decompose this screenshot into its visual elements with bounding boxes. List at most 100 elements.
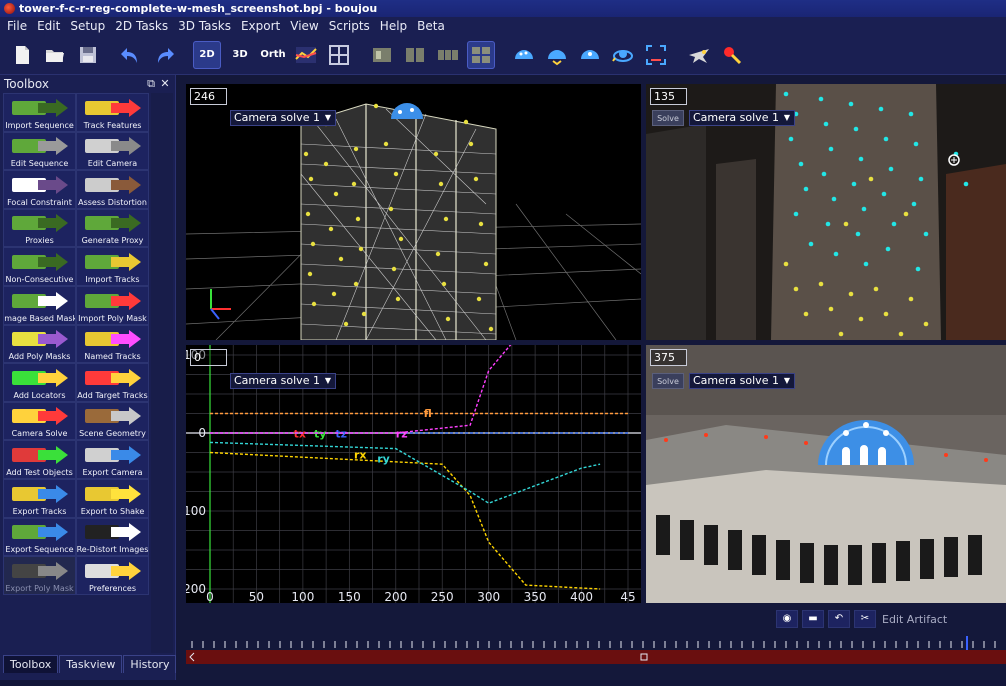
frame-number[interactable]: 375 <box>650 349 687 366</box>
tool-import-sequence[interactable]: Import Sequence <box>3 93 76 132</box>
tool-image-based-mask[interactable]: Image Based Mask <box>3 285 76 325</box>
tool-export-camera[interactable]: Export Camera <box>76 440 149 479</box>
tool-track-features[interactable]: Track Features <box>76 93 149 132</box>
y-tick-label: 0 <box>198 426 206 440</box>
triple-view-button[interactable] <box>434 41 462 69</box>
solve-button[interactable]: Solve <box>652 110 684 126</box>
tool-proxies[interactable]: Proxies <box>3 208 76 248</box>
dock-icon[interactable]: ⧉ <box>145 77 157 91</box>
tool-label: Export to Shake <box>80 506 145 516</box>
menu-scripts[interactable]: Scripts <box>324 19 375 33</box>
timeline[interactable] <box>186 636 1006 666</box>
view-2d-button[interactable]: 2D <box>193 40 221 69</box>
viewport-camera-bottom[interactable]: 375 Solve Camera solve 1 ▼ <box>646 345 1006 603</box>
camera-solve-select[interactable]: Camera solve 1 ▼ <box>230 110 336 126</box>
view-orth-label: Orth <box>260 49 286 60</box>
flight-button[interactable] <box>685 41 713 69</box>
tool-add-locators[interactable]: Add Locators <box>3 363 76 402</box>
tool-add-poly-masks[interactable]: Add Poly Masks <box>3 324 76 364</box>
x-tick-label: 400 <box>570 590 593 603</box>
tool-preferences[interactable]: Preferences <box>76 556 149 595</box>
menu-export[interactable]: Export <box>236 19 285 33</box>
solve-button[interactable]: Solve <box>652 373 684 389</box>
frame-number[interactable]: 135 <box>650 88 687 105</box>
chevron-down-icon: ▼ <box>324 113 331 122</box>
dome-tool-button[interactable] <box>510 41 538 69</box>
camera-solve-select[interactable]: Camera solve 1 ▼ <box>689 110 795 126</box>
toolbox-scrollbar[interactable] <box>151 93 173 653</box>
tool-edit-sequence[interactable]: Edit Sequence <box>3 131 76 171</box>
tool-named-tracks[interactable]: Named Tracks <box>76 324 149 364</box>
frame-number[interactable]: 246 <box>190 88 227 105</box>
tab-history[interactable]: History <box>123 655 177 673</box>
x-tick-label: 300 <box>477 590 500 603</box>
tool-export-poly-mask[interactable]: Export Poly Mask <box>3 556 76 595</box>
tool-export-tracks[interactable]: Export Tracks <box>3 478 76 518</box>
locator-button[interactable] <box>718 41 746 69</box>
tool-camera-solve[interactable]: Camera Solve <box>3 401 76 441</box>
series-label-rx: rx <box>354 449 367 462</box>
tool-label: Preferences <box>88 583 137 593</box>
view-orth-button[interactable]: Orth <box>259 41 287 69</box>
tool-scene-geometry[interactable]: Scene Geometry <box>76 401 149 441</box>
layout-grid-button[interactable] <box>325 41 353 69</box>
viewport-graph[interactable]: 1000-100-20005010015020025030035040045fl… <box>186 345 641 603</box>
triple-image-icon <box>438 49 458 60</box>
eye-button[interactable]: ◉ <box>776 610 798 628</box>
menu-edit[interactable]: Edit <box>32 19 65 33</box>
camera-button[interactable]: ▬ <box>802 610 824 628</box>
tool-label: Add Locators <box>13 390 66 400</box>
timeline-track[interactable] <box>186 650 1006 664</box>
plane-icon <box>689 48 709 63</box>
menu-3d-tasks[interactable]: 3D Tasks <box>173 19 236 33</box>
menu-2d-tasks[interactable]: 2D Tasks <box>110 19 173 33</box>
quad-view-button[interactable] <box>467 40 495 69</box>
tool-focal-constraint[interactable]: Focal Constraint <box>3 170 76 209</box>
split-view-button[interactable] <box>401 41 429 69</box>
tool-add-target-tracks[interactable]: Add Target Tracks <box>76 363 149 402</box>
menu-help[interactable]: Help <box>375 19 412 33</box>
edit-artifact-label[interactable]: Edit Artifact <box>882 613 947 626</box>
dome-edit-button[interactable] <box>576 41 604 69</box>
menu-setup[interactable]: Setup <box>65 19 110 33</box>
dome-sync-button[interactable] <box>543 41 571 69</box>
orbit-button[interactable] <box>609 41 637 69</box>
menu-view[interactable]: View <box>285 19 323 33</box>
undo-artifact-button[interactable]: ↶ <box>828 610 850 628</box>
close-icon[interactable]: ✕ <box>159 77 171 90</box>
orbit-icon <box>612 49 633 62</box>
tool-import-tracks[interactable]: Import Tracks <box>76 247 149 286</box>
single-view-button[interactable] <box>368 41 396 69</box>
menu-file[interactable]: File <box>2 19 32 33</box>
tool-re-distort-images[interactable]: Re-Distort Images <box>76 517 149 557</box>
tool-export-sequence[interactable]: Export Sequence <box>3 517 76 557</box>
save-button[interactable] <box>74 41 102 69</box>
viewport-camera-top[interactable]: 135 Solve Camera solve 1 ▼ <box>646 84 1006 340</box>
new-file-button[interactable] <box>8 41 36 69</box>
window-title: tower-f-c-r-reg-complete-w-mesh_screensh… <box>19 2 378 15</box>
tools-button[interactable]: ✂ <box>854 610 876 628</box>
add-poly-masks-icon <box>11 330 68 349</box>
tool-non-consecutive[interactable]: Non-Consecutive <box>3 247 76 286</box>
camera-solve-select[interactable]: Camera solve 1 ▼ <box>230 373 336 389</box>
tab-taskview[interactable]: Taskview <box>59 655 123 673</box>
redo-button[interactable] <box>150 41 178 69</box>
camera-solve-select[interactable]: Camera solve 1 ▼ <box>689 373 795 389</box>
viewport-3d[interactable]: 246 Camera solve 1 ▼ <box>186 84 641 340</box>
tool-generate-proxy[interactable]: Generate Proxy <box>76 208 149 248</box>
graph-view-button[interactable] <box>292 41 320 69</box>
title-bar: tower-f-c-r-reg-complete-w-mesh_screensh… <box>0 0 1006 17</box>
tab-toolbox[interactable]: Toolbox <box>3 655 59 673</box>
undo-button[interactable] <box>117 41 145 69</box>
tool-add-test-objects[interactable]: Add Test Objects <box>3 440 76 479</box>
tool-edit-camera[interactable]: Edit Camera <box>76 131 149 171</box>
playhead[interactable] <box>966 636 968 650</box>
view-3d-button[interactable]: 3D <box>226 41 254 69</box>
frame-number[interactable]: 0 <box>190 349 227 366</box>
menu-beta[interactable]: Beta <box>412 19 450 33</box>
tool-export-to-shake[interactable]: Export to Shake <box>76 478 149 518</box>
tool-import-poly-mask[interactable]: Import Poly Mask <box>76 285 149 325</box>
tool-assess-distortion[interactable]: Assess Distortion <box>76 170 149 209</box>
frame-select-button[interactable] <box>642 41 670 69</box>
open-button[interactable] <box>41 41 69 69</box>
